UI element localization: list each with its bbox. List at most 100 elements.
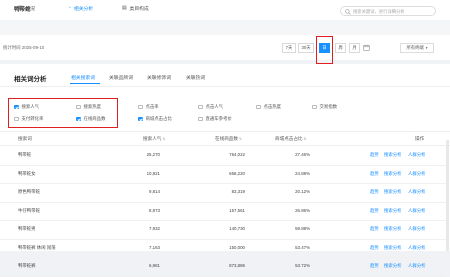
col-header-action: 操作 [415,136,425,141]
action-crowd-analysis-link[interactable]: 人群分析 [408,171,426,177]
subtab-related-search[interactable]: 相关搜索词 [71,74,95,81]
cell-word: 牛仔鸭带蛇 [18,207,40,213]
action-crowd-analysis-link[interactable]: 人群分析 [408,208,426,214]
action-search-analysis-link[interactable]: 搜索分析 [384,263,402,269]
divider [0,131,450,132]
category-icon: ▤ [122,6,127,11]
cell-popularity: 25,270 [146,152,160,157]
analysis-icon: ◔ [68,6,71,11]
metric-online-goods[interactable]: 在线商品数 [76,116,105,122]
tab-category[interactable]: ▤ 类目构成 [112,2,159,15]
col-header-ratio[interactable]: 商城点击占比 ⇅ [275,136,306,142]
cell-goods: 764,022 [229,152,245,157]
metric-label: 点击热度 [263,104,282,109]
action-trend-link[interactable]: 趋势 [370,171,379,177]
checkbox-icon [138,104,143,110]
col-header-goods-label: 在线商品数 [215,136,238,141]
action-search-analysis-link[interactable]: 搜索分析 [384,189,402,195]
col-header-popularity[interactable]: 搜索人气 ⇅ [143,136,165,142]
calendar-icon[interactable] [363,44,371,52]
cell-goods: 150,000 [229,244,245,250]
sort-icon: ⇅ [302,137,307,141]
action-crowd-analysis-link[interactable]: 人群分析 [408,245,426,251]
date-30d-button[interactable]: 30天 [298,43,314,53]
metric-search-heat[interactable]: 搜索热度 [76,104,101,110]
divider [0,86,450,87]
search-input[interactable]: 搜索关键词，进行详细分析 [340,6,436,16]
sort-icon: ⇅ [237,137,242,141]
tab-overview[interactable]: ▦ 概况 [8,2,45,15]
tab-related-analysis-label: 相关分析 [73,7,94,12]
date-month-button[interactable]: 月 [349,43,360,53]
metric-label: 支付转化率 [21,116,44,121]
cell-popularity: 6,981 [149,263,160,268]
subtab-brand[interactable]: 关联品牌词 [109,74,133,81]
action-trend-link[interactable]: 趋势 [370,263,379,269]
col-header-goods[interactable]: 在线商品数 ⇅ [215,136,242,142]
cell-goods: 140,730 [229,226,245,231]
cell-ratio: 53.72% [295,263,310,268]
metric-trade-index[interactable]: 交易指数 [312,104,337,110]
all-channels-select[interactable]: 所有终端 ▾ [400,43,434,53]
cell-popularity: 10,821 [146,170,160,176]
action-trend-link[interactable]: 趋势 [370,245,379,251]
cell-popularity: 7,932 [149,226,160,231]
cell-ratio: 53.47% [295,244,310,250]
action-crowd-analysis-link[interactable]: 人群分析 [408,189,426,195]
metric-pay-conversion[interactable]: 支付转化率 [14,116,43,122]
cell-popularity: 7,163 [149,244,160,250]
subtab-modifier[interactable]: 关联修饰词 [147,74,171,81]
date-day-button[interactable]: 日 [319,43,330,53]
action-crowd-analysis-link[interactable]: 人群分析 [408,263,426,269]
action-search-analysis-link[interactable]: 搜索分析 [384,245,402,251]
metric-search-popularity[interactable]: 搜索人气 [14,104,39,110]
action-search-analysis-link[interactable]: 搜索分析 [384,208,402,214]
action-crowd-analysis-link[interactable]: 人群分析 [408,226,426,232]
highlight-box-metrics [8,98,118,128]
action-trend-link[interactable]: 趋势 [370,189,379,195]
metric-click-heat[interactable]: 点击热度 [256,104,281,110]
cell-word: 鸭带蛇裤 [18,263,36,268]
cell-word: 鸭带蛇女 [18,170,36,176]
date-7d-button[interactable]: 7天 [282,43,296,53]
metric-label: 点击率 [145,104,159,109]
cell-ratio: 24.88% [295,170,310,176]
action-crowd-analysis-link[interactable]: 人群分析 [408,152,426,158]
cell-popularity: 9,814 [149,189,160,194]
page-tabs [0,20,450,35]
tab-related-analysis[interactable]: ◔ 相关分析 [58,2,108,15]
overview-icon: ▦ [18,6,23,11]
col-header-popularity-label: 搜索人气 [143,136,162,141]
metric-label: 在线商品数 [83,116,106,121]
checkbox-icon [198,104,203,110]
checkbox-checked-icon [14,104,19,110]
cell-ratio: 59.88% [295,226,310,231]
divider [0,145,450,146]
chevron-down-icon: ▾ [425,46,428,50]
date-week-button[interactable]: 周 [335,43,346,53]
cell-word: 鸭带蛇裤 休闲 闯荡 [18,244,56,250]
metric-ztc-price[interactable]: 直通车参考价 [198,116,232,122]
section-title: 相关词分析 [14,76,47,83]
action-search-analysis-link[interactable]: 搜索分析 [384,226,402,232]
metric-label: 搜索热度 [83,104,102,109]
metric-click-popularity[interactable]: 点击人气 [198,104,223,110]
subtab-hot[interactable]: 关联热词 [186,74,205,81]
cell-goods: 83,319 [231,189,245,194]
action-search-analysis-link[interactable]: 搜索分析 [384,171,402,177]
scrollbar[interactable] [446,140,449,251]
metric-label: 商城点击占比 [145,116,172,121]
col-header-word: 搜索词 [18,136,32,141]
date-card [0,35,450,60]
action-search-analysis-link[interactable]: 搜索分析 [384,152,402,158]
action-trend-link[interactable]: 趋势 [370,226,379,232]
action-trend-link[interactable]: 趋势 [370,208,379,214]
checkbox-icon [14,116,19,122]
action-trend-link[interactable]: 趋势 [370,152,379,158]
cell-word: 鸭带蛇 [18,152,32,157]
metric-label: 交易指数 [319,104,338,109]
metric-mall-click-ratio[interactable]: 商城点击占比 [138,116,172,122]
checkbox-checked-icon [138,116,143,122]
metric-click-rate[interactable]: 点击率 [138,104,159,110]
metric-label: 搜索人气 [21,104,40,109]
